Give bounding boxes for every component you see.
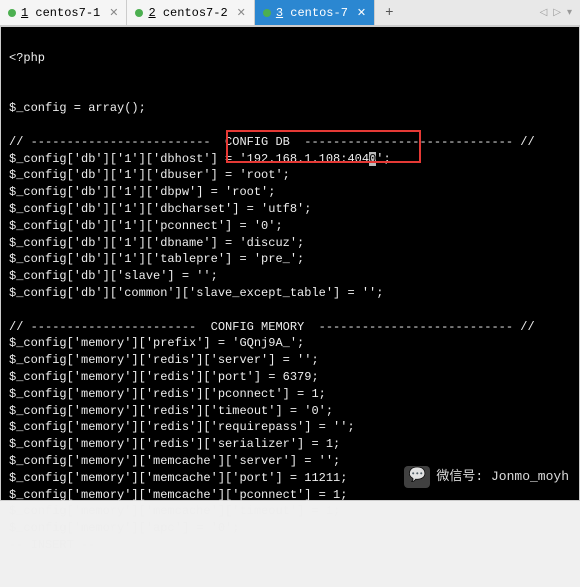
code-line: $_config = array(); [9,101,146,115]
close-icon[interactable]: ✕ [237,6,246,20]
code-line: // ----------------------- CONFIG MEMORY… [9,320,535,334]
wechat-icon: 💬 [404,466,430,488]
code-line: // ------------------------- CONFIG DB -… [9,135,535,149]
scroll-left-icon[interactable]: ◁ [537,7,551,19]
code-line: $_config['memory']['memcache']['port'] =… [9,471,347,485]
code-line: $_config['db']['common']['slave_except_t… [9,286,383,300]
terminal[interactable]: <?php $_config = array(); // -----------… [0,26,580,501]
close-icon[interactable]: ✕ [357,6,366,20]
code-line: $_config['db']['1']['dbname'] = 'discuz'… [9,236,304,250]
code-line: $_config['db']['1']['dbcharset'] = 'utf8… [9,202,311,216]
code-line: <?php [9,51,45,65]
code-line: $_config['memory']['apc'] = '0'; [9,521,239,535]
tab-label: 3 centos-7 [276,6,348,20]
code-line: $_config['db']['1']['dbhost'] = '192.168… [9,152,391,166]
tab-label: 1 centos7-1 [21,6,100,20]
status-dot-icon [8,9,16,17]
status-dot-icon [263,9,271,17]
tab-centos7-2[interactable]: 2 centos7-2 ✕ [127,0,254,25]
tab-scroll-controls: ◁ ▷ ▾ [537,7,580,19]
close-icon[interactable]: ✕ [109,6,118,20]
code-line: $_config['db']['1']['dbuser'] = 'root'; [9,168,290,182]
code-line: $_config['db']['slave'] = ''; [9,269,218,283]
code-line: $_config['memory']['memcache']['pconnect… [9,488,347,502]
code-line: $_config['memory']['redis']['port'] = 63… [9,370,319,384]
tab-centos7-1[interactable]: 1 centos7-1 ✕ [0,0,127,25]
code-line: $_config['memory']['redis']['timeout'] =… [9,404,333,418]
code-line: $_config['memory']['redis']['pconnect'] … [9,387,326,401]
tab-bar: 1 centos7-1 ✕ 2 centos7-2 ✕ 3 centos-7 ✕… [0,0,580,26]
mode-line: -- INSERT -- [9,538,95,552]
code-line: $_config['db']['1']['dbpw'] = 'root'; [9,185,275,199]
tab-centos-7[interactable]: 3 centos-7 ✕ [255,0,375,25]
watermark: 💬 微信号: Jonmo_moyh [404,466,569,488]
code-line: $_config['memory']['redis']['serializer'… [9,437,340,451]
code-line: $_config['db']['1']['pconnect'] = '0'; [9,219,283,233]
tab-menu-icon[interactable]: ▾ [564,7,575,19]
code-line: $_config['memory']['memcache']['server']… [9,454,340,468]
tab-label: 2 centos7-2 [148,6,227,20]
new-tab-button[interactable]: + [375,2,403,24]
code-line: $_config['memory']['redis']['requirepass… [9,420,355,434]
code-line: $_config['memory']['memcache']['timeout'… [9,504,340,518]
code-line: $_config['memory']['prefix'] = 'GQnj9A_'… [9,336,304,350]
status-dot-icon [135,9,143,17]
code-line: $_config['memory']['redis']['server'] = … [9,353,319,367]
code-line: $_config['db']['1']['tablepre'] = 'pre_'… [9,252,304,266]
scroll-right-icon[interactable]: ▷ [550,7,564,19]
